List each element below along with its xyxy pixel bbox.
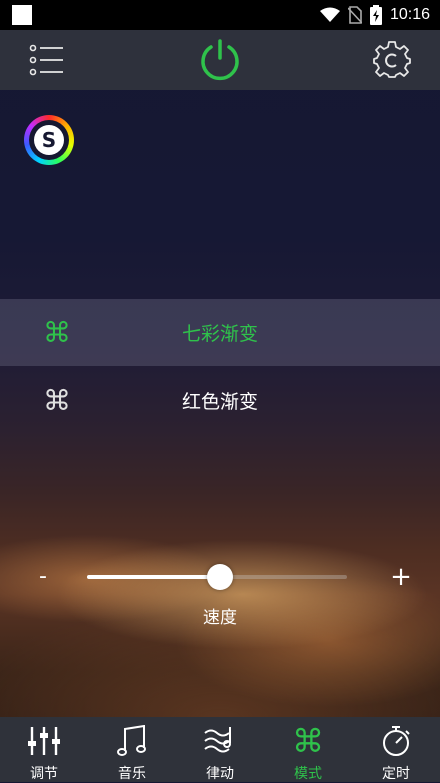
nav-label: 模式	[294, 766, 322, 782]
speed-label: 速度	[203, 608, 237, 628]
power-button[interactable]	[190, 30, 250, 90]
list-menu-icon	[29, 44, 63, 76]
nav-tab-mode[interactable]: ⌘ 模式	[264, 717, 352, 782]
power-icon	[201, 39, 239, 81]
speed-slider-thumb[interactable]	[206, 564, 233, 590]
nav-label: 音乐	[118, 766, 146, 782]
top-bar	[0, 30, 440, 90]
battery-charging-icon	[369, 5, 382, 25]
speed-slider[interactable]	[87, 564, 347, 590]
menu-button[interactable]	[17, 30, 77, 90]
mode-label: 七彩渐变	[181, 323, 258, 345]
speed-slider-row: - +	[0, 562, 440, 592]
speed-decrease-button[interactable]: -	[36, 562, 50, 592]
bottom-nav: 调节 音乐 律动 ⌘ 模式 定时	[0, 717, 440, 782]
app-logo: S	[24, 115, 74, 165]
clock: 10:16	[389, 6, 430, 23]
nav-label: 调节	[30, 766, 58, 782]
nav-tab-rhythm[interactable]: 律动	[176, 717, 264, 782]
settings-button[interactable]	[362, 30, 422, 90]
nav-label: 定时	[382, 766, 410, 782]
nav-tab-adjust[interactable]: 调节	[0, 717, 88, 782]
nav-tab-timer[interactable]: 定时	[352, 717, 440, 782]
status-bar: 10:16	[0, 0, 440, 30]
no-sim-icon	[347, 6, 362, 24]
mode-label: 红色渐变	[181, 391, 258, 413]
nav-tab-music[interactable]: 音乐	[88, 717, 176, 782]
status-icons: 10:16	[319, 0, 430, 30]
rhythm-wave-icon	[204, 727, 231, 753]
music-note-icon	[117, 725, 146, 756]
mode-item-rainbow-fade[interactable]: ⌘ 七彩渐变	[0, 299, 440, 366]
stopwatch-icon	[383, 726, 410, 756]
command-icon: ⌘	[292, 722, 324, 760]
sliders-icon	[28, 727, 60, 755]
speed-increase-button[interactable]: +	[390, 562, 412, 592]
settings-gear-icon	[373, 41, 411, 78]
nav-label: 律动	[206, 766, 234, 782]
mode-item-red-fade[interactable]: ⌘ 红色渐变	[0, 367, 440, 434]
notification-square-icon	[12, 5, 32, 25]
wifi-icon	[319, 7, 340, 22]
logo-letter: S	[34, 125, 64, 155]
speed-slider-fill	[87, 575, 220, 579]
